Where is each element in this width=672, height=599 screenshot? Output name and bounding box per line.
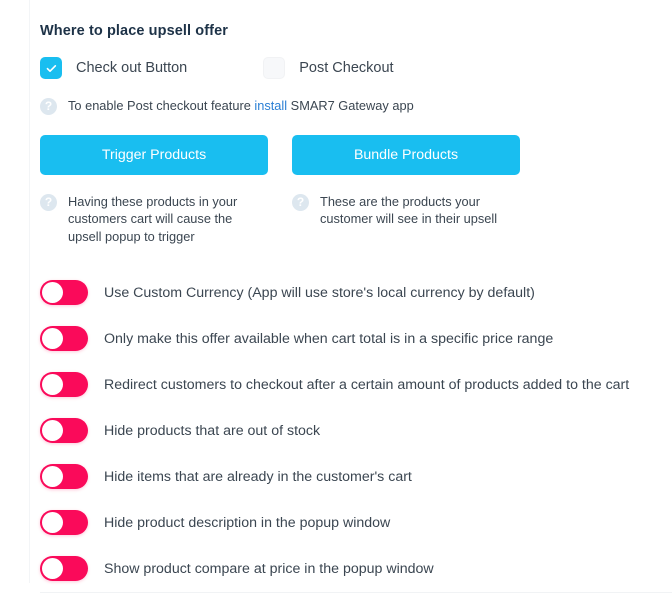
toggle-label: Hide items that are already in the custo… — [104, 468, 412, 485]
toggle-label: Use Custom Currency (App will use store'… — [104, 284, 535, 301]
help-circle-icon[interactable]: ? — [292, 194, 309, 211]
toggle-label: Show product compare at price in the pop… — [104, 560, 434, 577]
toggle-label: Redirect customers to checkout after a c… — [104, 376, 630, 393]
settings-content: Where to place upsell offer Check out Bu… — [40, 0, 672, 592]
toggle-knob — [42, 512, 63, 534]
toggle-row: Use Custom Currency (App will use store'… — [40, 270, 672, 316]
upsell-settings-page: Where to place upsell offer Check out Bu… — [0, 0, 672, 599]
toggle-use-custom-currency[interactable] — [40, 280, 88, 306]
bundle-products-description: ? These are the products your customer w… — [292, 193, 520, 245]
help-circle-icon[interactable]: ? — [40, 194, 57, 211]
toggle-row: Redirect customers to checkout after a c… — [40, 362, 672, 408]
toggle-hide-items-in-cart[interactable] — [40, 464, 88, 490]
toggle-row: Hide product description in the popup wi… — [40, 500, 672, 546]
toggle-knob — [42, 466, 63, 488]
product-buttons-row: Trigger Products Bundle Products — [40, 135, 672, 175]
page-title: Where to place upsell offer — [40, 23, 229, 39]
panel-left-divider — [29, 0, 30, 583]
bundle-products-description-text: These are the products your customer wil… — [320, 194, 498, 227]
toggle-row: Only make this offer available when cart… — [40, 316, 672, 362]
install-note-suffix: SMAR7 Gateway app — [287, 98, 414, 113]
panel-bottom-divider — [40, 592, 672, 593]
install-note-prefix: To enable Post checkout feature — [68, 98, 255, 113]
toggle-row: Show product compare at price in the pop… — [40, 546, 672, 592]
placement-options-row: Check out Button Post Checkout — [40, 57, 672, 79]
trigger-products-description: ? Having these products in your customer… — [40, 193, 268, 245]
toggle-knob — [42, 374, 63, 396]
toggle-hide-out-of-stock[interactable] — [40, 418, 88, 444]
toggle-row: Hide items that are already in the custo… — [40, 454, 672, 500]
placement-option-checkout-button[interactable]: Check out Button — [40, 57, 187, 79]
bundle-products-button[interactable]: Bundle Products — [292, 135, 520, 175]
toggle-label: Hide product description in the popup wi… — [104, 514, 391, 531]
toggle-label: Hide products that are out of stock — [104, 422, 321, 439]
toggle-hide-product-description[interactable] — [40, 510, 88, 536]
trigger-products-button[interactable]: Trigger Products — [40, 135, 268, 175]
install-note: ? To enable Post checkout feature instal… — [40, 97, 672, 115]
checkout-button-label: Check out Button — [76, 60, 188, 76]
check-icon — [46, 64, 56, 72]
trigger-products-description-text: Having these products in your customers … — [68, 194, 238, 244]
help-circle-icon[interactable]: ? — [40, 98, 57, 115]
toggle-label: Only make this offer available when cart… — [104, 330, 554, 347]
toggle-knob — [42, 282, 63, 304]
toggle-row: Hide products that are out of stock — [40, 408, 672, 454]
placement-option-post-checkout[interactable]: Post Checkout — [263, 57, 394, 79]
post-checkout-checkbox[interactable] — [263, 57, 286, 79]
product-buttons-descriptions: ? Having these products in your customer… — [40, 193, 672, 245]
toggle-price-range[interactable] — [40, 326, 88, 352]
checkout-button-checkbox[interactable] — [40, 57, 62, 79]
post-checkout-label: Post Checkout — [299, 60, 394, 76]
toggle-knob — [42, 328, 63, 350]
toggle-redirect-to-checkout[interactable] — [40, 372, 88, 398]
settings-toggle-list: Use Custom Currency (App will use store'… — [40, 270, 672, 592]
install-note-text: To enable Post checkout feature install … — [68, 97, 414, 114]
toggle-knob — [42, 420, 63, 442]
toggle-show-compare-at-price[interactable] — [40, 556, 88, 582]
toggle-knob — [42, 558, 63, 580]
install-link[interactable]: install — [254, 98, 287, 113]
